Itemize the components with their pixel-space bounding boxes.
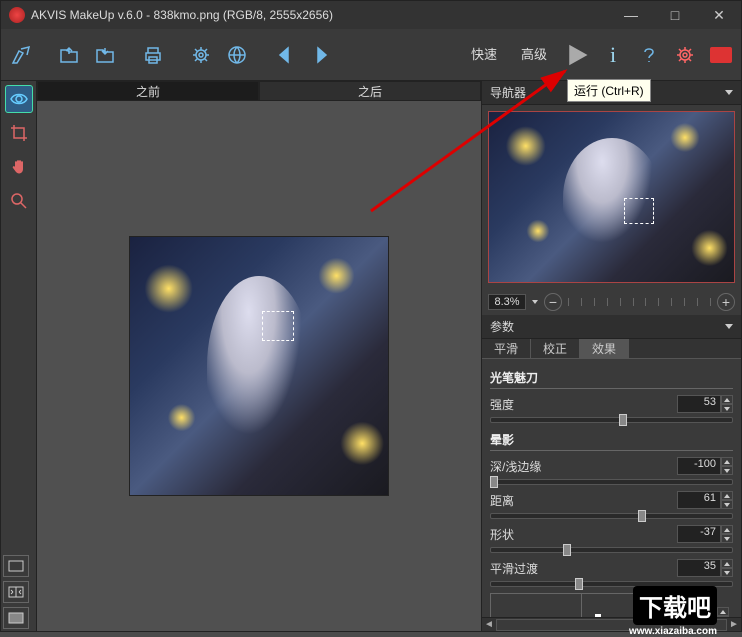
param-value[interactable]: 53 — [677, 395, 721, 413]
spinner[interactable] — [721, 395, 733, 413]
chat-icon — [710, 47, 732, 63]
zoom-in-button[interactable]: + — [717, 293, 735, 311]
maximize-button[interactable]: □ — [653, 1, 697, 29]
param-value[interactable]: 35 — [677, 559, 721, 577]
print-button[interactable] — [137, 39, 169, 71]
param-label: 形状 — [490, 526, 514, 543]
tab-correct[interactable]: 校正 — [531, 339, 580, 358]
collapse-icon — [725, 90, 733, 95]
param-value[interactable]: -37 — [677, 525, 721, 543]
app-logo-icon — [9, 7, 25, 23]
spinner[interactable] — [721, 525, 733, 543]
navigator-title: 导航器 — [490, 84, 526, 101]
info-button[interactable]: i — [597, 39, 629, 71]
redo-button[interactable] — [305, 39, 337, 71]
watermark: 下载吧 www.xiazaiba.com — [633, 586, 717, 625]
hand-tool[interactable] — [5, 153, 33, 181]
param-label: 深/浅边缘 — [490, 458, 541, 475]
right-panel: 导航器 8.3% − + 参数 — [481, 81, 741, 631]
watermark-text: 下载吧 — [633, 586, 717, 625]
scroll-right-icon[interactable]: ► — [727, 618, 741, 632]
view-mode-buttons — [3, 555, 29, 629]
titlebar: AKVIS MakeUp v.6.0 - 838kmo.png (RGB/8, … — [1, 1, 741, 29]
window-title: AKVIS MakeUp v.6.0 - 838kmo.png (RGB/8, … — [31, 8, 609, 22]
left-tool-strip — [1, 81, 37, 631]
slider-shape[interactable] — [490, 547, 733, 553]
canvas-area: 之前 之后 — [37, 81, 481, 631]
share-button[interactable] — [221, 39, 253, 71]
body: 之前 之后 导航器 8.3% — [1, 81, 741, 631]
zoom-value[interactable]: 8.3% — [488, 294, 526, 310]
mode-advanced[interactable]: 高级 — [511, 39, 557, 71]
zoom-controls: 8.3% − + — [482, 289, 741, 315]
open-file-button[interactable] — [53, 39, 85, 71]
eye-tool[interactable] — [5, 85, 33, 113]
slider-intensity[interactable] — [490, 417, 733, 423]
zoom-slider[interactable] — [568, 296, 711, 308]
slider-distance[interactable] — [490, 513, 733, 519]
params-body: 光笔魅刀 强度 53 晕影 深/浅边缘 — [482, 359, 741, 617]
view-split-button[interactable] — [3, 581, 29, 603]
spinner[interactable] — [721, 491, 733, 509]
spinner[interactable] — [721, 457, 733, 475]
spinner[interactable] — [721, 559, 733, 577]
feedback-button[interactable] — [705, 39, 737, 71]
view-single-button[interactable] — [3, 555, 29, 577]
spinner[interactable] — [717, 607, 729, 617]
tab-before[interactable]: 之前 — [37, 81, 259, 101]
param-darkedges: 深/浅边缘 -100 — [490, 457, 733, 485]
param-intensity: 强度 53 — [490, 395, 733, 423]
collapse-icon — [725, 324, 733, 329]
param-distance: 距离 61 — [490, 491, 733, 519]
canvas-tabs: 之前 之后 — [37, 81, 481, 101]
navigator-viewport-rect[interactable] — [624, 198, 654, 224]
save-file-button[interactable] — [89, 39, 121, 71]
params-tabs: 平滑 校正 效果 — [482, 339, 741, 359]
settings-button[interactable] — [669, 39, 701, 71]
param-shape: 形状 -37 — [490, 525, 733, 553]
batch-process-button[interactable] — [185, 39, 217, 71]
zoom-dropdown-icon[interactable] — [532, 300, 538, 304]
param-value[interactable]: -100 — [677, 457, 721, 475]
close-button[interactable]: ✕ — [697, 1, 741, 29]
param-label: 距离 — [490, 492, 514, 509]
section-vignette: 晕影 — [490, 429, 733, 451]
params-header[interactable]: 参数 — [482, 315, 741, 339]
param-value[interactable]: 61 — [677, 491, 721, 509]
scroll-left-icon[interactable]: ◄ — [482, 618, 496, 632]
mode-quick[interactable]: 快速 — [461, 39, 507, 71]
crop-tool[interactable] — [5, 119, 33, 147]
tab-smooth[interactable]: 平滑 — [482, 339, 531, 358]
canvas-image — [129, 236, 389, 496]
minimize-button[interactable]: — — [609, 1, 653, 29]
zoom-tool[interactable] — [5, 187, 33, 215]
main-toolbar: 快速 高级 i — [1, 29, 741, 81]
help-button[interactable] — [633, 39, 665, 71]
tab-after[interactable]: 之后 — [259, 81, 481, 101]
brushes-icon[interactable] — [5, 39, 37, 71]
section-glamour: 光笔魅刀 — [490, 367, 733, 389]
navigator-panel — [482, 105, 741, 289]
slider-darkedges[interactable] — [490, 479, 733, 485]
param-label: 强度 — [490, 396, 514, 413]
param-label: 平滑过渡 — [490, 560, 538, 577]
selection-marquee[interactable] — [262, 311, 294, 341]
app-window: AKVIS MakeUp v.6.0 - 838kmo.png (RGB/8, … — [0, 0, 742, 632]
view-compare-button[interactable] — [3, 607, 29, 629]
run-button[interactable] — [561, 39, 593, 71]
zoom-out-button[interactable]: − — [544, 293, 562, 311]
navigator-preview[interactable] — [488, 111, 735, 283]
tab-effect[interactable]: 效果 — [580, 339, 629, 358]
canvas[interactable] — [37, 101, 481, 631]
params-title: 参数 — [490, 318, 514, 335]
param-smoothtrans: 平滑过渡 35 — [490, 559, 733, 587]
run-tooltip: 运行 (Ctrl+R) — [567, 79, 651, 102]
undo-button[interactable] — [269, 39, 301, 71]
